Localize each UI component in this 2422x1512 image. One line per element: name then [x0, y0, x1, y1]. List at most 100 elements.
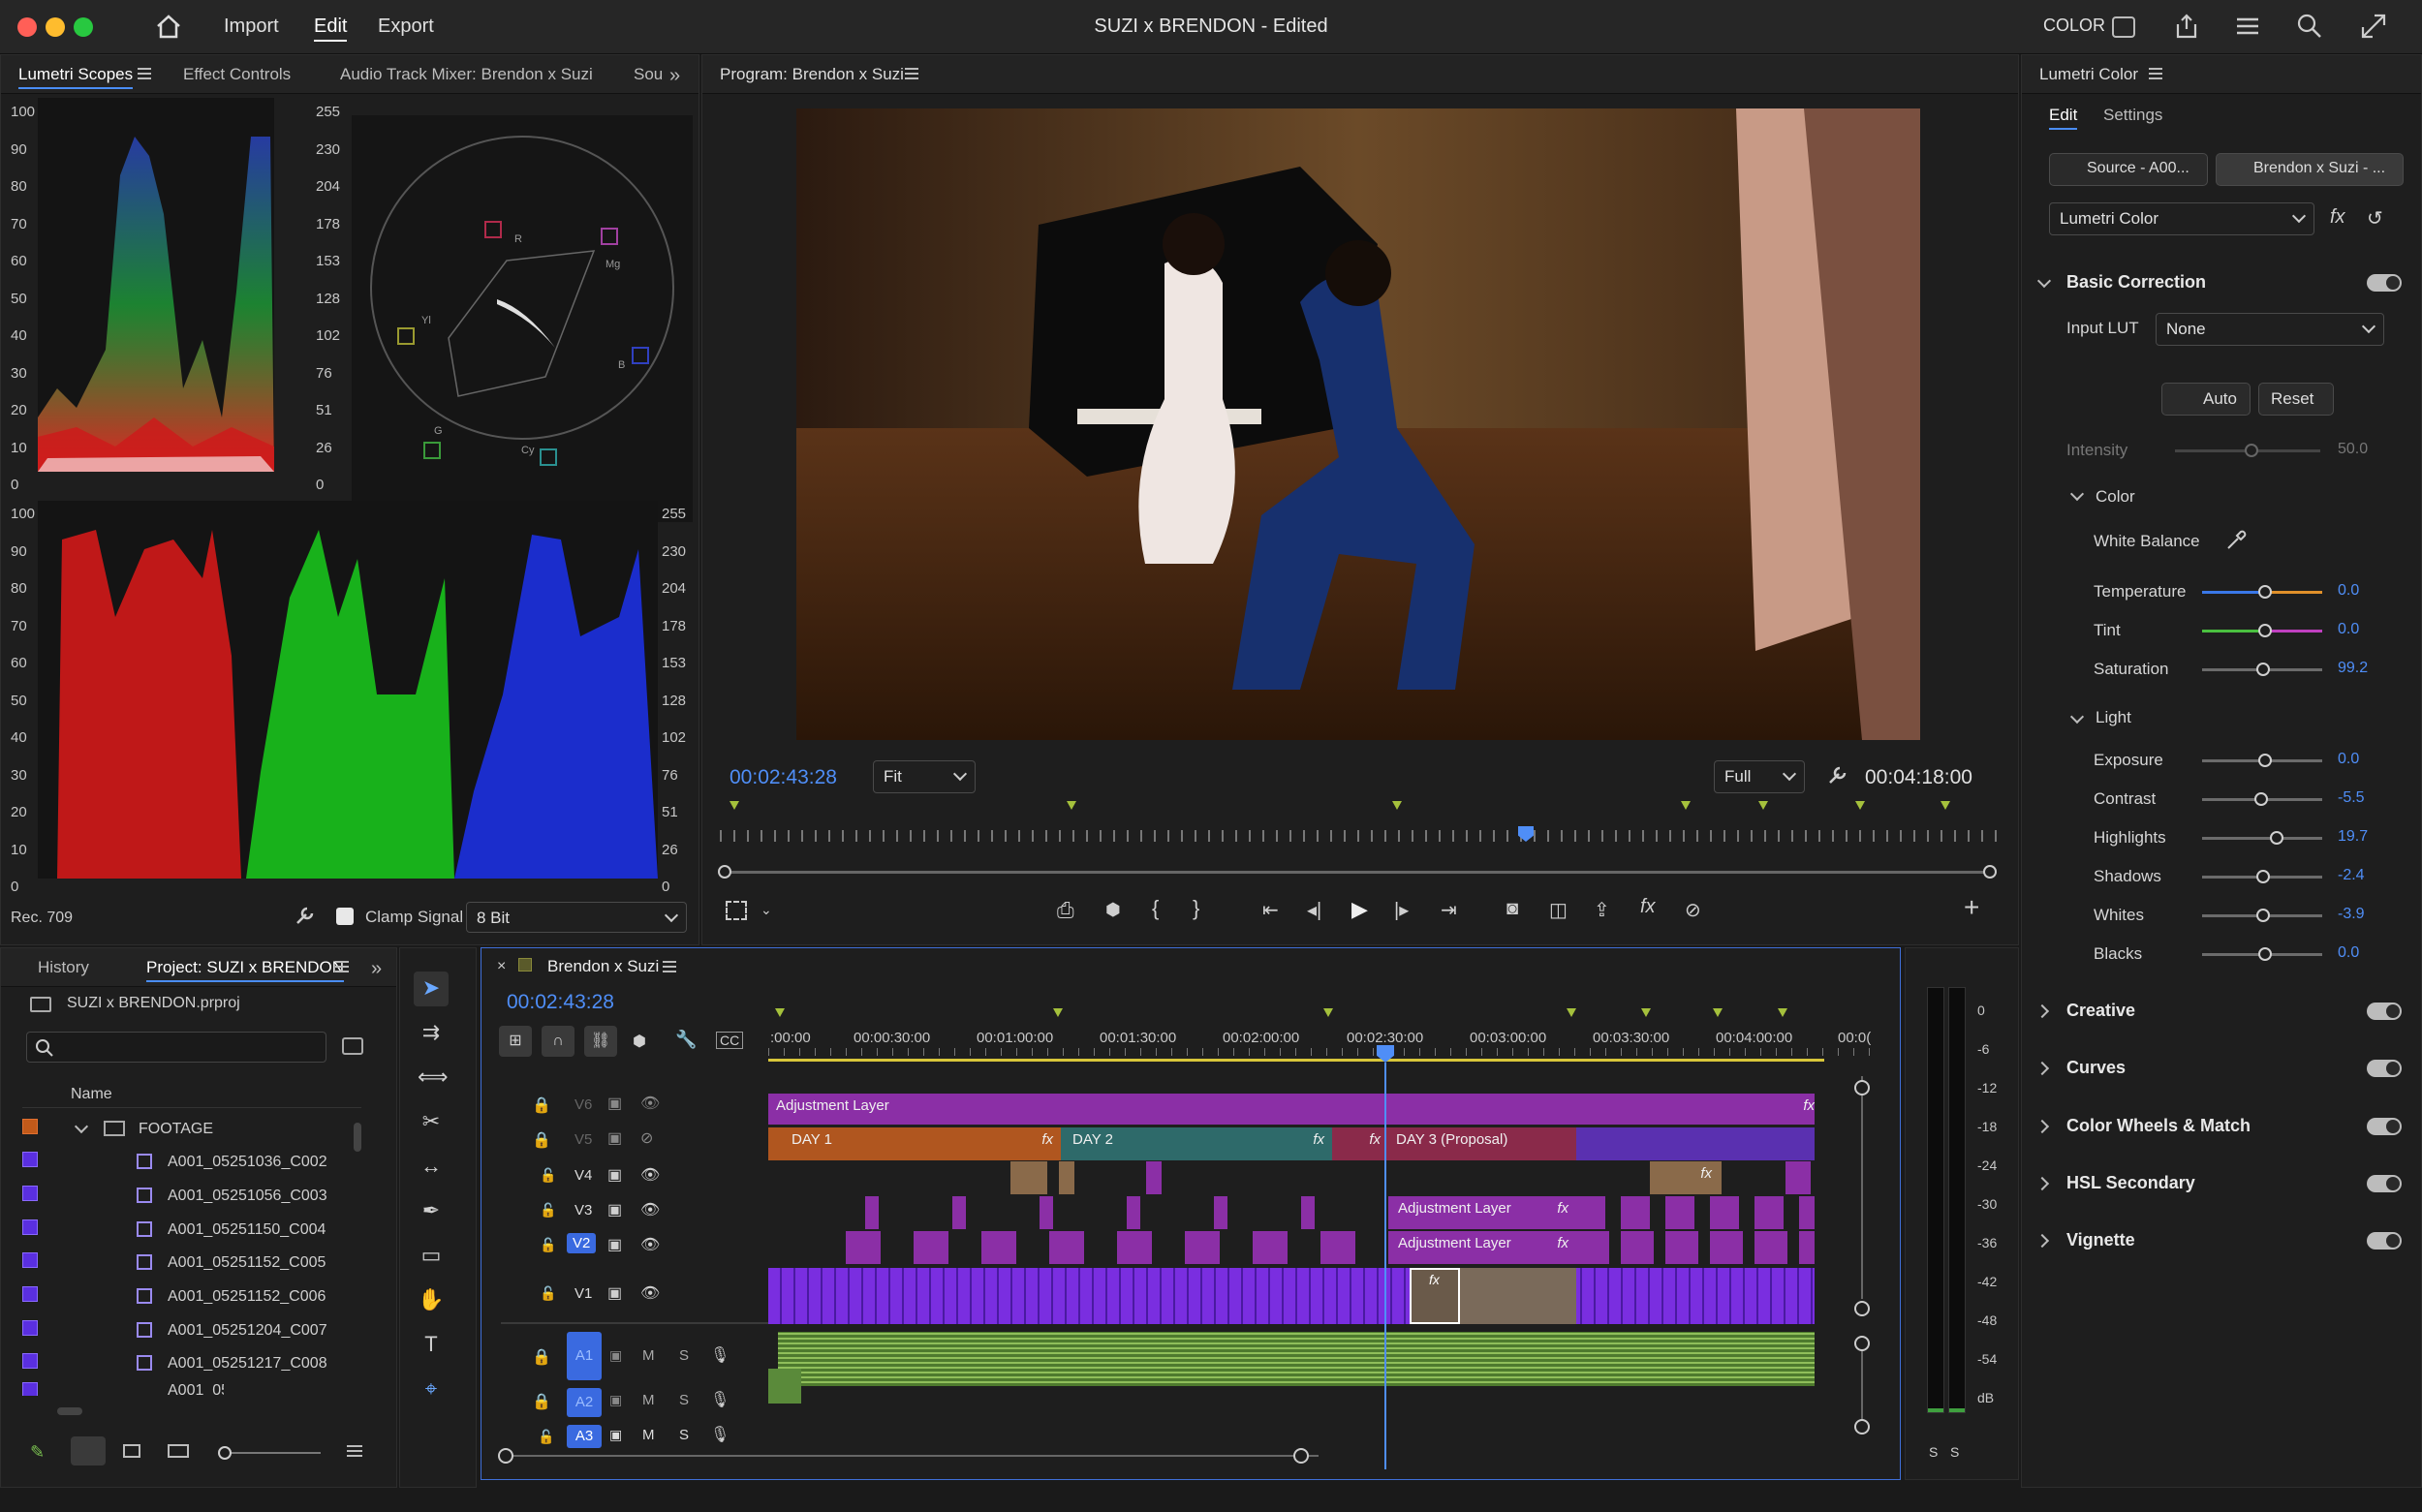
a2-mute[interactable]: M: [642, 1392, 655, 1408]
project-menu-icon[interactable]: [334, 960, 350, 973]
a2-lock-icon[interactable]: 🔒: [532, 1392, 551, 1411]
vignette-section-header[interactable]: Vignette: [2066, 1230, 2135, 1250]
v3-clips[interactable]: [1576, 1196, 1815, 1229]
day2-nested-clip[interactable]: DAY 2 fx: [1061, 1127, 1332, 1160]
v4-clip[interactable]: [1010, 1161, 1047, 1194]
h-scroll-handle-left[interactable]: [498, 1448, 513, 1464]
curves-toggle[interactable]: [2367, 1060, 2402, 1077]
curves-section-header[interactable]: Curves: [2066, 1058, 2126, 1078]
fit-select[interactable]: Fit: [873, 760, 976, 793]
step-forward-icon[interactable]: |▸: [1394, 898, 1409, 922]
go-to-in-icon[interactable]: ⇤: [1262, 898, 1279, 922]
shadows-value[interactable]: -2.4: [2338, 867, 2365, 884]
source-clip-chip[interactable]: Source - A00...: [2049, 153, 2208, 186]
lumetri-tab-edit[interactable]: Edit: [2049, 106, 2078, 130]
v2-lock-icon[interactable]: 🔓: [540, 1237, 556, 1253]
snap-icon[interactable]: ∩: [542, 1026, 574, 1057]
timeline-settings-wrench-icon[interactable]: 🔧: [675, 1030, 697, 1050]
hand-tool-icon[interactable]: ✋: [418, 1287, 445, 1314]
v5-lock-icon[interactable]: 🔒: [532, 1130, 551, 1150]
captions-icon[interactable]: CC: [716, 1032, 744, 1049]
more-tabs-icon[interactable]: »: [371, 958, 382, 980]
a3-lock-icon[interactable]: 🔓: [538, 1429, 554, 1445]
a1-voiceover-mic-icon[interactable]: 🎙: [710, 1345, 730, 1365]
sequence-clip-chip[interactable]: Brendon x Suzi - ...: [2216, 153, 2404, 186]
marker[interactable]: [1641, 1008, 1651, 1017]
clamp-signal-checkbox[interactable]: [336, 908, 354, 925]
label-swatch[interactable]: [22, 1320, 38, 1336]
v3-sync-icon[interactable]: ▣: [607, 1200, 622, 1219]
creative-toggle[interactable]: [2367, 1003, 2402, 1020]
v3-lock-icon[interactable]: 🔓: [540, 1202, 556, 1219]
timeline-timecode[interactable]: 00:02:43:28: [507, 991, 614, 1014]
v6-sync-icon[interactable]: ▣: [607, 1094, 622, 1113]
list-scrollbar[interactable]: [354, 1123, 361, 1152]
timeline-playhead[interactable]: [1384, 1063, 1386, 1469]
label-swatch[interactable]: [22, 1353, 38, 1369]
sequence-tab[interactable]: Brendon x Suzi: [547, 957, 659, 976]
play-icon[interactable]: ▶: [1351, 897, 1368, 922]
highlights-value[interactable]: 19.7: [2338, 828, 2368, 846]
slip-tool-icon[interactable]: ↔: [418, 1154, 445, 1181]
insert-overwrite-icon[interactable]: ⊞: [499, 1026, 532, 1057]
menu-export[interactable]: Export: [378, 15, 434, 38]
whites-slider[interactable]: [2202, 909, 2322, 922]
mark-out-icon[interactable]: }: [1193, 896, 1199, 921]
motion-tool-icon[interactable]: ⌖: [418, 1376, 445, 1404]
camera-icon[interactable]: ◙: [1506, 898, 1518, 920]
icon-view-icon[interactable]: [123, 1444, 140, 1458]
saturation-value[interactable]: 99.2: [2338, 660, 2368, 677]
tab-source[interactable]: Sou: [634, 65, 663, 84]
menu-import[interactable]: Import: [224, 15, 279, 38]
lumetri-title[interactable]: Lumetri Color: [2039, 65, 2138, 84]
solo-left-button[interactable]: S: [1929, 1444, 1938, 1460]
hsl-secondary-section-header[interactable]: HSL Secondary: [2066, 1173, 2195, 1193]
basic-correction-toggle[interactable]: [2367, 274, 2402, 292]
a1-lock-icon[interactable]: 🔒: [532, 1347, 551, 1367]
v4-clip[interactable]: [1146, 1161, 1162, 1194]
add-marker-icon[interactable]: ⬢: [1105, 900, 1121, 920]
bit-depth-select[interactable]: 8 Bit: [466, 902, 687, 933]
v1-clip-thumbnails[interactable]: [1460, 1268, 1576, 1324]
a1-audio-clip[interactable]: [778, 1332, 1815, 1386]
contrast-value[interactable]: -5.5: [2338, 789, 2365, 807]
tint-value[interactable]: 0.0: [2338, 621, 2359, 638]
v5-sync-icon[interactable]: ▣: [607, 1128, 622, 1148]
tab-project[interactable]: Project: SUZI x BRENDON: [146, 958, 345, 982]
a2-sync-icon[interactable]: ▣: [609, 1392, 622, 1408]
tab-audio-track-mixer[interactable]: Audio Track Mixer: Brendon x Suzi: [340, 65, 593, 84]
whites-value[interactable]: -3.9: [2338, 906, 2365, 923]
blacks-value[interactable]: 0.0: [2338, 944, 2359, 962]
add-marker-icon[interactable]: ⬢: [633, 1032, 646, 1051]
sort-menu-icon[interactable]: [346, 1444, 363, 1458]
a2-solo[interactable]: S: [679, 1392, 689, 1408]
ripple-edit-tool-icon[interactable]: ⟺: [418, 1065, 449, 1092]
list-item[interactable]: A001_05251217_C008: [1, 1353, 327, 1374]
label-swatch[interactable]: [22, 1186, 38, 1201]
v6-lock-icon[interactable]: 🔒: [532, 1095, 551, 1115]
v2-sync-icon[interactable]: ▣: [607, 1235, 622, 1254]
marker[interactable]: [1323, 1008, 1333, 1017]
minimize-window-button[interactable]: [46, 17, 65, 37]
step-back-icon[interactable]: ◂|: [1307, 898, 1321, 922]
close-window-button[interactable]: [17, 17, 37, 37]
mark-in-icon[interactable]: {: [1152, 896, 1159, 921]
shadows-slider[interactable]: [2202, 870, 2322, 883]
temperature-value[interactable]: 0.0: [2338, 582, 2359, 600]
v-scroll-handle[interactable]: [1854, 1301, 1870, 1316]
playback-resolution-select[interactable]: Full: [1714, 760, 1805, 793]
blacks-slider[interactable]: [2202, 947, 2322, 961]
linked-selection-icon[interactable]: ⛓: [584, 1026, 617, 1057]
list-item[interactable]: A001_05251204_C007: [1, 1320, 327, 1342]
auto-button[interactable]: Auto: [2161, 383, 2251, 416]
highlights-slider[interactable]: [2202, 831, 2322, 845]
add-button-icon[interactable]: +: [1964, 892, 1979, 923]
day3-proposal-nested-clip[interactable]: DAY 3 (Proposal): [1388, 1127, 1576, 1160]
light-section-header[interactable]: Light: [2096, 708, 2131, 727]
marker[interactable]: [1941, 801, 1950, 810]
track-v5-label[interactable]: V5: [574, 1131, 592, 1148]
a2-audio-clip[interactable]: [768, 1369, 801, 1404]
exposure-slider[interactable]: [2202, 754, 2322, 767]
adjustment-layer-clip[interactable]: Adjustment Layer fx: [768, 1094, 1815, 1125]
new-bin-icon[interactable]: [342, 1037, 363, 1055]
